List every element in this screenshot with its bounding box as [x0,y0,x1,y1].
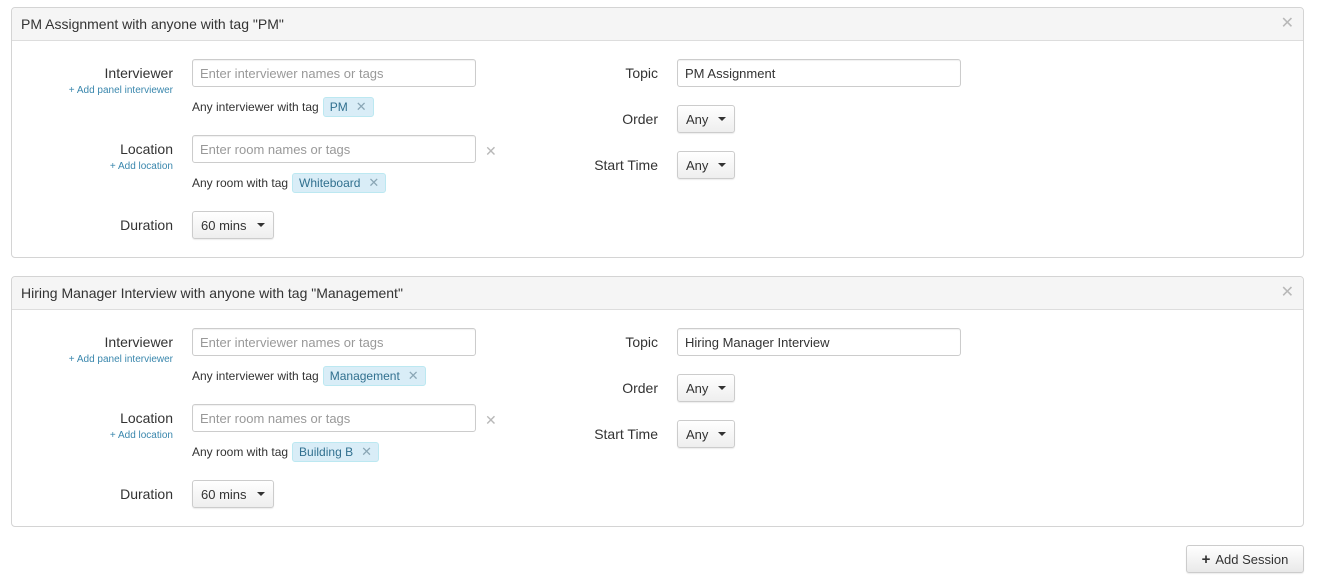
start-time-value: Any [686,426,709,442]
start-time-label: Start Time [594,157,658,173]
location-input[interactable] [192,404,476,432]
add-location-link[interactable]: + Add location [42,430,173,441]
location-tag-line: Any room with tag Whiteboard ✕ [192,173,387,193]
location-input[interactable] [192,135,476,163]
tag-label: Management [329,369,400,383]
remove-tag-icon[interactable]: ✕ [368,175,379,191]
session-header: Hiring Manager Interview with anyone wit… [12,277,1303,310]
interviewer-label: Interviewer [104,65,173,81]
duration-dropdown[interactable]: 60 mins [192,480,274,508]
close-icon[interactable]: ✕ [1281,16,1294,32]
order-dropdown[interactable]: Any [677,374,736,402]
order-dropdown[interactable]: Any [677,105,736,133]
duration-value: 60 mins [201,217,247,233]
interviewer-tag-prefix: Any interviewer with tag [192,100,319,114]
tag-label: PM [329,100,348,114]
duration-value: 60 mins [201,486,247,502]
add-panel-interviewer-link[interactable]: + Add panel interviewer [42,85,173,96]
caret-down-icon [718,386,727,390]
caret-down-icon [718,163,727,167]
location-tag: Building B ✕ [292,442,379,462]
caret-down-icon [256,492,265,496]
session-panel-1: PM Assignment with anyone with tag "PM" … [11,7,1304,258]
remove-tag-icon[interactable]: ✕ [356,99,367,115]
tag-label: Building B [299,445,354,459]
location-tag-prefix: Any room with tag [192,176,289,190]
interviewer-tag-line: Any interviewer with tag Management ✕ [192,366,426,386]
interviewer-tag-prefix: Any interviewer with tag [192,369,319,383]
interviewer-input[interactable] [192,328,476,356]
order-value: Any [686,380,709,396]
remove-location-icon[interactable]: ✕ [485,143,497,160]
start-time-dropdown[interactable]: Any [677,420,736,448]
interviewer-tag: PM ✕ [322,97,374,117]
add-session-label: Add Session [1215,551,1289,567]
remove-location-icon[interactable]: ✕ [485,412,497,429]
tag-label: Whiteboard [299,176,361,190]
caret-down-icon [718,117,727,121]
interviewer-tag: Management ✕ [322,366,426,386]
start-time-value: Any [686,157,709,173]
location-tag-prefix: Any room with tag [192,445,289,459]
add-location-link[interactable]: + Add location [42,161,173,172]
duration-label: Duration [120,217,173,233]
close-icon[interactable]: ✕ [1281,285,1294,301]
order-label: Order [622,380,658,396]
remove-tag-icon[interactable]: ✕ [408,368,419,384]
topic-input[interactable] [677,59,961,87]
interviewer-label: Interviewer [104,334,173,350]
topic-label: Topic [625,334,658,350]
duration-dropdown[interactable]: 60 mins [192,211,274,239]
session-header: PM Assignment with anyone with tag "PM" … [12,8,1303,41]
location-label: Location [120,410,173,426]
add-session-button[interactable]: + Add Session [1186,545,1304,573]
location-label: Location [120,141,173,157]
topic-input[interactable] [677,328,961,356]
session-panel-2: Hiring Manager Interview with anyone wit… [11,276,1304,527]
order-label: Order [622,111,658,127]
remove-tag-icon[interactable]: ✕ [361,444,372,460]
order-value: Any [686,111,709,127]
duration-label: Duration [120,486,173,502]
location-tag-line: Any room with tag Building B ✕ [192,442,379,462]
session-title: PM Assignment with anyone with tag "PM" [21,16,284,32]
interviewer-input[interactable] [192,59,476,87]
plus-icon: + [1201,550,1211,568]
caret-down-icon [256,223,265,227]
start-time-label: Start Time [594,426,658,442]
location-tag: Whiteboard ✕ [292,173,387,193]
session-title: Hiring Manager Interview with anyone wit… [21,285,403,301]
interviewer-tag-line: Any interviewer with tag PM ✕ [192,97,374,117]
start-time-dropdown[interactable]: Any [677,151,736,179]
topic-label: Topic [625,65,658,81]
caret-down-icon [718,432,727,436]
add-panel-interviewer-link[interactable]: + Add panel interviewer [42,354,173,365]
